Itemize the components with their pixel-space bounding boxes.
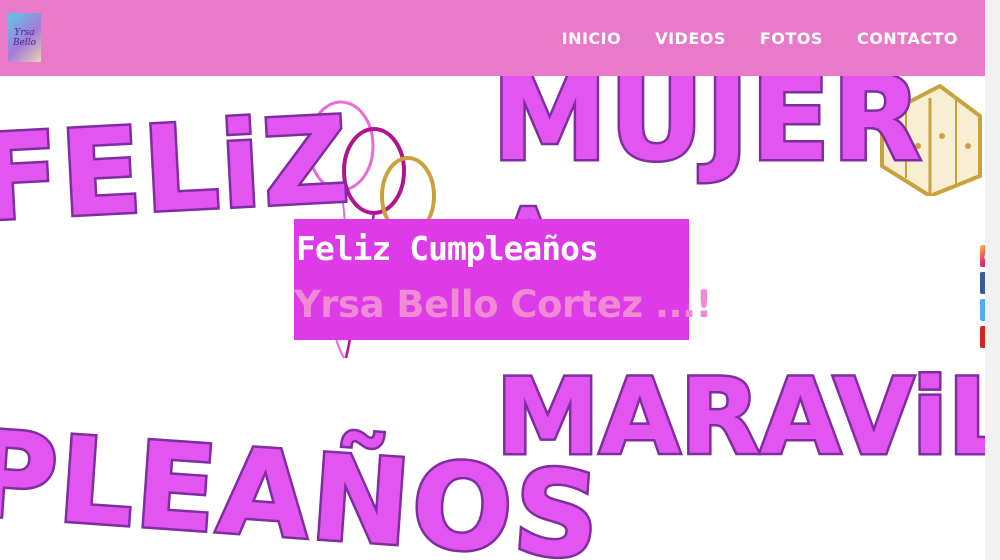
greeting-subtitle: Yrsa Bello Cortez ...! bbox=[294, 283, 712, 326]
site-logo[interactable]: Yrsa Bello bbox=[8, 13, 41, 62]
nav-inicio[interactable]: INICIO bbox=[562, 29, 622, 48]
main-nav: INICIO VIDEOS FOTOS CONTACTO bbox=[528, 0, 958, 76]
logo-text-line1: Yrsa bbox=[14, 27, 35, 38]
nav-contacto[interactable]: CONTACTO bbox=[857, 29, 958, 48]
navbar: Yrsa Bello INICIO VIDEOS FOTOS CONTACTO bbox=[0, 0, 985, 76]
hero-word-mujer: MUJER bbox=[489, 76, 924, 190]
page-scrollbar[interactable] bbox=[985, 0, 1000, 560]
greeting-overlay: Feliz Cumpleaños Yrsa Bello Cortez ...! bbox=[294, 219, 712, 340]
logo-text-line2: Bello bbox=[12, 37, 37, 48]
greeting-title: Feliz Cumpleaños bbox=[296, 229, 599, 268]
nav-fotos[interactable]: FOTOS bbox=[760, 29, 823, 48]
nav-videos[interactable]: VIDEOS bbox=[655, 29, 726, 48]
